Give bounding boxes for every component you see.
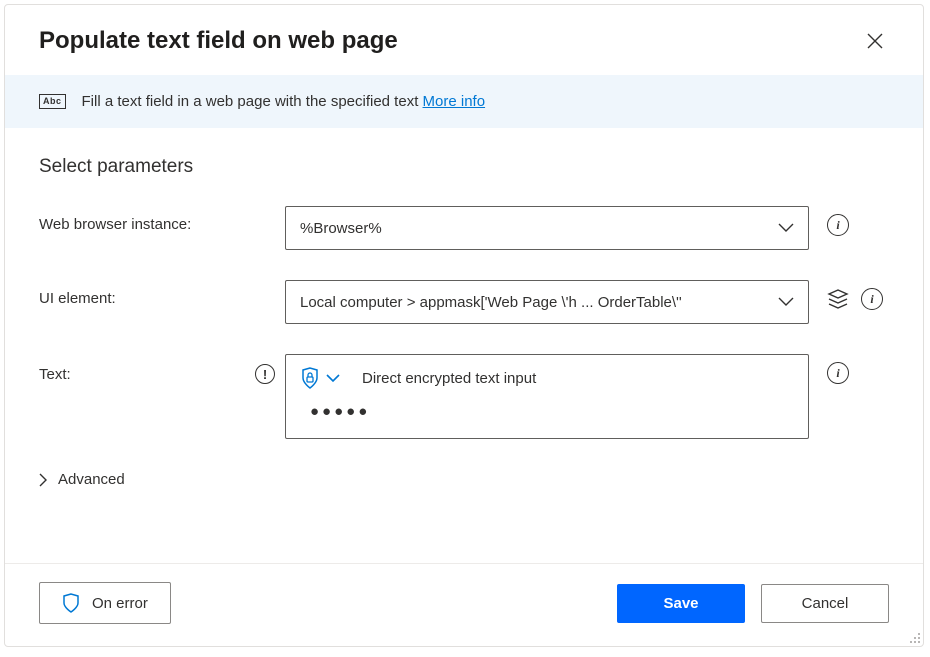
text-mode-row: Direct encrypted text input: [300, 367, 794, 389]
footer-actions: Save Cancel: [617, 584, 889, 623]
field-row-ui-element: UI element: Local computer > appmask['We…: [39, 280, 889, 324]
ui-element-value: Local computer > appmask['Web Page \'h .…: [300, 294, 690, 311]
dialog: Populate text field on web page Abc Fill…: [4, 4, 924, 647]
info-icon[interactable]: i: [827, 214, 849, 236]
info-banner: Abc Fill a text field in a web page with…: [5, 75, 923, 128]
close-icon: [867, 33, 883, 49]
warning-icon[interactable]: !: [255, 364, 275, 384]
text-input-container: Direct encrypted text input ●●●●●: [285, 354, 809, 439]
on-error-label: On error: [92, 595, 148, 612]
dialog-title: Populate text field on web page: [39, 27, 398, 55]
advanced-toggle[interactable]: Advanced: [39, 469, 889, 490]
shield-icon: [62, 593, 80, 613]
on-error-button[interactable]: On error: [39, 582, 171, 624]
ui-element-label: UI element:: [39, 280, 285, 307]
field-row-browser: Web browser instance: %Browser% i: [39, 206, 889, 250]
text-field-icon: Abc: [39, 94, 66, 109]
advanced-label: Advanced: [58, 471, 125, 488]
text-input-value[interactable]: ●●●●●: [300, 403, 794, 420]
cancel-button[interactable]: Cancel: [761, 584, 889, 623]
info-icon[interactable]: i: [861, 288, 883, 310]
banner-description: Fill a text field in a web page with the…: [82, 93, 423, 110]
text-label: Text:: [39, 366, 71, 383]
content-area: Select parameters Web browser instance: …: [5, 128, 923, 563]
browser-label: Web browser instance:: [39, 206, 285, 233]
close-button[interactable]: [861, 27, 889, 55]
banner-text: Fill a text field in a web page with the…: [82, 93, 486, 110]
more-info-link[interactable]: More info: [423, 93, 486, 110]
section-title: Select parameters: [39, 156, 889, 178]
layers-icon: [827, 288, 849, 310]
resize-grip-icon[interactable]: [907, 630, 921, 644]
text-mode-selector[interactable]: [300, 367, 340, 389]
info-icon[interactable]: i: [827, 362, 849, 384]
dialog-footer: On error Save Cancel: [5, 563, 923, 646]
text-label-col: Text: !: [39, 354, 285, 384]
browser-instance-dropdown[interactable]: %Browser%: [285, 206, 809, 250]
chevron-down-icon: [778, 297, 794, 307]
field-row-text: Text: ! Direct: [39, 354, 889, 439]
dialog-header: Populate text field on web page: [5, 5, 923, 75]
browser-instance-value: %Browser%: [300, 220, 390, 237]
chevron-down-icon: [326, 374, 340, 383]
chevron-down-icon: [778, 223, 794, 233]
shield-lock-icon: [300, 367, 320, 389]
chevron-right-icon: [39, 473, 48, 487]
save-button[interactable]: Save: [617, 584, 745, 623]
ui-element-dropdown[interactable]: Local computer > appmask['Web Page \'h .…: [285, 280, 809, 324]
text-mode-label: Direct encrypted text input: [362, 370, 536, 387]
ui-element-picker-button[interactable]: [827, 288, 849, 310]
